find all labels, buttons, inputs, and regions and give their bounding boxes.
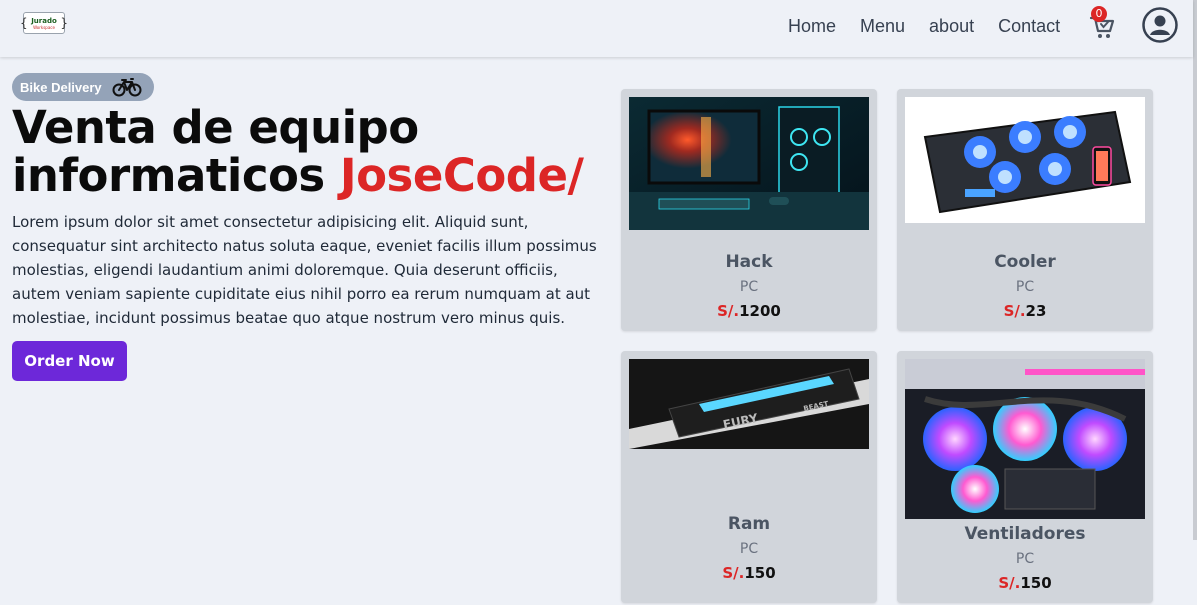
product-card-hack[interactable]: Hack PC S/.1200 bbox=[621, 89, 877, 331]
price-value: 1200 bbox=[739, 302, 781, 320]
price-currency: S/. bbox=[717, 302, 740, 320]
product-name: Hack bbox=[725, 252, 773, 272]
hero-title-line2: informaticos bbox=[12, 149, 325, 202]
nav-about[interactable]: about bbox=[929, 15, 974, 37]
price-currency: S/. bbox=[1003, 302, 1026, 320]
ram-module-image: FURY BEAST bbox=[629, 359, 869, 449]
rgb-fans-image bbox=[905, 359, 1145, 519]
hero-title: Venta de equipo informaticos JoseCode/ bbox=[12, 104, 612, 200]
nav-home[interactable]: Home bbox=[788, 15, 836, 37]
product-price: S/.150 bbox=[621, 564, 877, 582]
page-scrollbar[interactable] bbox=[1193, 0, 1197, 540]
header: { Jurado Workspace } Home Menu about Con… bbox=[0, 0, 1193, 57]
bike-delivery-badge: Bike Delivery bbox=[12, 73, 154, 101]
user-avatar-button[interactable] bbox=[1142, 7, 1178, 43]
hero-title-line1: Venta de equipo bbox=[12, 101, 419, 154]
gaming-pc-setup-image bbox=[629, 97, 869, 230]
badge-label: Bike Delivery bbox=[20, 79, 102, 95]
product-category: PC bbox=[1015, 551, 1035, 567]
price-value: 150 bbox=[744, 564, 776, 582]
product-name: Ram bbox=[727, 514, 771, 534]
product-name: Ventiladores bbox=[964, 524, 1086, 544]
cart-button[interactable]: 0 bbox=[1089, 6, 1115, 40]
cart-count-badge: 0 bbox=[1091, 6, 1107, 22]
logo-brace-right: } bbox=[60, 16, 68, 30]
product-card-ventiladores[interactable]: Ventiladores PC S/.150 bbox=[897, 351, 1153, 603]
logo[interactable]: { Jurado Workspace } bbox=[20, 8, 68, 38]
product-card-ram[interactable]: FURY BEAST Ram PC S/.150 bbox=[621, 351, 877, 603]
price-value: 23 bbox=[1025, 302, 1047, 320]
product-category: PC bbox=[739, 279, 759, 295]
product-category: PC bbox=[1015, 279, 1035, 295]
hero-description: Lorem ipsum dolor sit amet consectetur a… bbox=[12, 213, 597, 327]
product-price: S/.1200 bbox=[621, 302, 877, 320]
main-nav: Home Menu about Contact bbox=[788, 15, 1084, 37]
price-currency: S/. bbox=[722, 564, 745, 582]
price-currency: S/. bbox=[998, 574, 1021, 592]
nav-menu[interactable]: Menu bbox=[860, 15, 905, 37]
logo-box: { Jurado Workspace } bbox=[20, 12, 68, 34]
product-price: S/.23 bbox=[897, 302, 1153, 320]
product-category: PC bbox=[739, 541, 759, 557]
logo-subtitle: Workspace bbox=[33, 24, 55, 30]
logo-brand: Jurado bbox=[31, 16, 57, 25]
product-name: Cooler bbox=[994, 252, 1056, 272]
order-now-button[interactable]: Order Now bbox=[12, 341, 127, 381]
logo-brace-left: { bbox=[20, 16, 28, 30]
price-value: 150 bbox=[1020, 574, 1052, 592]
hero-title-accent: JoseCode/ bbox=[339, 149, 584, 202]
product-card-cooler[interactable]: Cooler PC S/.23 bbox=[897, 89, 1153, 331]
user-icon bbox=[1142, 7, 1178, 43]
product-price: S/.150 bbox=[897, 574, 1153, 592]
nav-contact[interactable]: Contact bbox=[998, 15, 1060, 37]
laptop-cooler-image bbox=[905, 97, 1145, 223]
bicycle-icon bbox=[112, 78, 142, 97]
